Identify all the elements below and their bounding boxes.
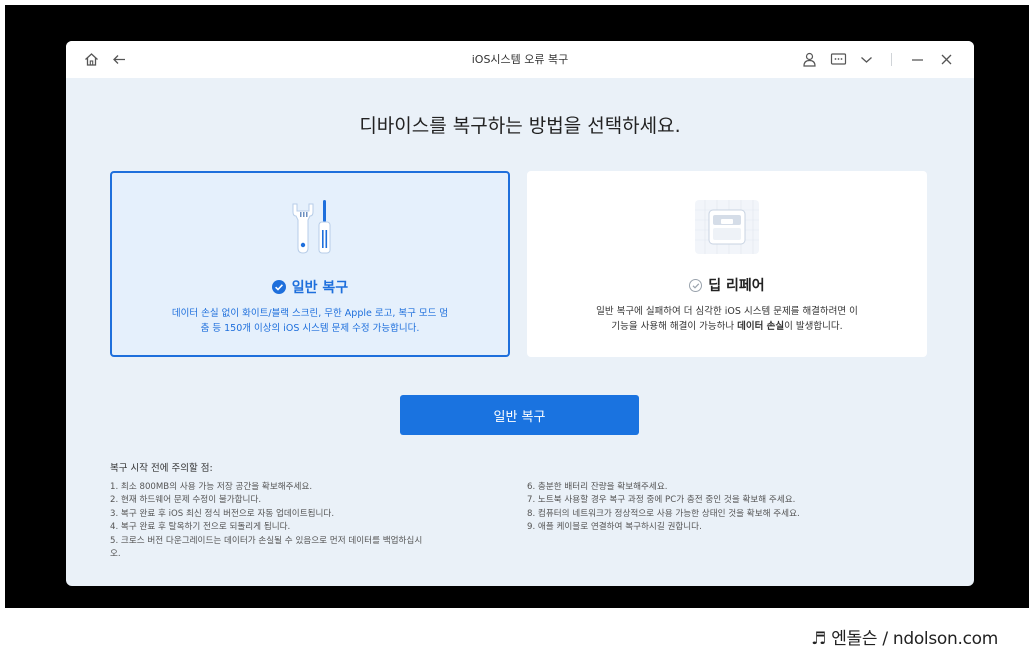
note-item: 8. 컴퓨터의 네트워크가 정상적으로 사용 가능한 상태인 것을 확보해 주세… xyxy=(527,508,800,519)
app-window: iOS시스템 오류 복구 디바이스를 복구하는 방법을 선택하세요. 일반 복구… xyxy=(66,41,974,586)
device-repair-icon xyxy=(527,196,927,256)
checkmark-outline-icon xyxy=(689,279,703,292)
note-item-continuation: 오. xyxy=(110,549,121,560)
minimize-icon[interactable] xyxy=(909,51,926,68)
checkmark-icon xyxy=(271,280,286,294)
standard-repair-button[interactable]: 일반 복구 xyxy=(400,395,639,435)
option-deep-label-row: 딥 리페어 xyxy=(527,275,927,295)
note-item: 6. 충분한 배터리 잔량을 확보해주세요. xyxy=(527,482,668,492)
notes-list-right: 6. 충분한 배터리 잔량을 확보해주세요. 7. 노트북 사용할 경우 복구 … xyxy=(527,481,927,535)
option-deep-description: 일반 복구에 실패하여 더 심각한 iOS 시스템 문제를 해결하려면 이 기능… xyxy=(567,304,887,334)
option-deep-repair[interactable]: 딥 리페어 일반 복구에 실패하여 더 심각한 iOS 시스템 문제를 해결하려… xyxy=(527,171,927,357)
option-deep-desc-line2-c: 이 발생합니다. xyxy=(784,321,843,332)
option-standard-desc-line2: 춤 등 150개 이상의 iOS 시스템 문제 수정 가능합니다. xyxy=(200,323,420,334)
option-standard-desc-line1: 데이터 손실 없이 화이트/블랙 스크린, 무한 Apple 로고, 복구 모드… xyxy=(171,308,449,319)
note-item: 4. 복구 완료 후 탈옥하기 전으로 되돌리게 됩니다. xyxy=(110,522,291,533)
option-standard-repair[interactable]: 일반 복구 데이터 손실 없이 화이트/블랙 스크린, 무한 Apple 로고,… xyxy=(110,171,510,357)
option-standard-description: 데이터 손실 없이 화이트/블랙 스크린, 무한 Apple 로고, 복구 모드… xyxy=(152,306,468,336)
note-item: 1. 최소 800MB의 사용 가능 저장 공간을 확보해주세요. xyxy=(110,482,313,492)
option-deep-desc-line2-a: 기능을 사용해 해결이 가능하나 xyxy=(611,321,738,332)
feedback-icon[interactable] xyxy=(830,51,847,68)
page-heading: 디바이스를 복구하는 방법을 선택하세요. xyxy=(359,115,681,137)
note-item: 3. 복구 완료 후 iOS 최신 정식 버전으로 자동 업데이트됩니다. xyxy=(110,508,335,519)
watermark: ♬ 엔돌슨 / ndolson.com xyxy=(730,612,1030,658)
tools-icon xyxy=(112,198,508,258)
option-deep-desc-line1: 일반 복구에 실패하여 더 심각한 iOS 시스템 문제를 해결하려면 이 xyxy=(596,306,858,317)
close-icon[interactable] xyxy=(938,51,955,68)
chevron-down-icon[interactable] xyxy=(858,51,875,68)
titlebar-divider xyxy=(891,53,892,66)
note-item: 9. 애플 케이블로 연결하여 복구하시길 권합니다. xyxy=(527,522,702,533)
option-standard-label: 일반 복구 xyxy=(291,280,349,296)
option-deep-desc-line2: 기능을 사용해 해결이 가능하나 데이터 손실이 발생합니다. xyxy=(567,319,887,334)
notes-list-left: 1. 최소 800MB의 사용 가능 저장 공간을 확보해주세요. 2. 현재 … xyxy=(110,481,510,561)
note-item: 5. 크로스 버전 다운그레이드는 데이터가 손실될 수 있음으로 먼저 데이터… xyxy=(110,535,423,546)
notes-title: 복구 시작 전에 주의할 점: xyxy=(110,463,213,474)
option-deep-label: 딥 리페어 xyxy=(708,278,765,294)
note-item: 7. 노트북 사용할 경우 복구 과정 중에 PC가 충전 중인 것을 확보해 … xyxy=(527,495,796,506)
titlebar: iOS시스템 오류 복구 xyxy=(66,41,974,78)
note-item: 2. 현재 하드웨어 문제 수정이 불가합니다. xyxy=(110,495,262,506)
option-standard-label-row: 일반 복구 xyxy=(112,277,508,297)
option-deep-desc-line2-bold: 데이터 손실 xyxy=(737,321,785,332)
user-icon[interactable] xyxy=(801,51,818,68)
watermark-text: ♬ 엔돌슨 / ndolson.com xyxy=(811,629,998,649)
